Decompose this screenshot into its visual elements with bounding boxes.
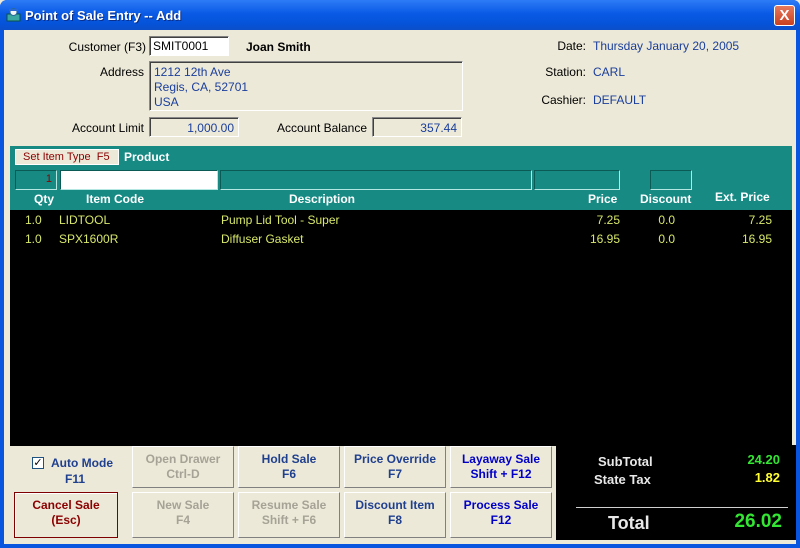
title-bar[interactable]: Point of Sale Entry -- Add X — [0, 0, 800, 30]
account-balance-box: 357.44 — [372, 117, 462, 137]
column-item-code: Item Code — [86, 192, 145, 206]
row-price: 7.25 — [596, 213, 620, 227]
address-line-3: USA — [154, 95, 179, 109]
client-area: Customer (F3) SMIT0001 Joan Smith Addres… — [4, 30, 796, 544]
qty-entry[interactable]: 1 — [15, 170, 57, 190]
row-qty: 1.0 — [25, 232, 42, 246]
app-icon — [6, 8, 21, 22]
layaway-sale-label: Layaway Sale — [461, 452, 541, 466]
set-item-type-button[interactable]: Set Item Type F5 — [15, 149, 119, 165]
close-button[interactable]: X — [774, 5, 795, 26]
discount-item-button[interactable]: Discount Item F8 — [344, 492, 446, 538]
pos-window: Point of Sale Entry -- Add X Customer (F… — [0, 0, 800, 548]
table-row[interactable]: 1.0 LIDTOOL Pump Lid Tool - Super 7.25 0… — [10, 213, 792, 231]
station-value: CARL — [593, 65, 626, 79]
item-type-label: Product — [124, 150, 170, 164]
price-override-button[interactable]: Price Override F7 — [344, 446, 446, 488]
row-description: Pump Lid Tool - Super — [221, 213, 340, 227]
description-entry[interactable] — [220, 170, 532, 190]
auto-mode-label: Auto Mode — [51, 456, 113, 470]
station-label: Station: — [545, 65, 586, 79]
set-item-type-key: F5 — [96, 151, 110, 163]
totals-panel: SubTotal 24.20 State Tax 1.82 Total 26.0… — [556, 445, 796, 540]
date-label: Date: — [557, 39, 586, 53]
customer-code-field[interactable]: SMIT0001 — [149, 36, 229, 56]
row-qty: 1.0 — [25, 213, 42, 227]
column-qty: Qty — [34, 192, 55, 206]
subtotal-label: SubTotal — [598, 454, 653, 469]
account-balance-value: 357.44 — [420, 121, 457, 135]
account-limit-value: 1,000.00 — [187, 121, 234, 135]
row-price: 16.95 — [589, 232, 620, 246]
resume-sale-button[interactable]: Resume Sale Shift + F6 — [238, 492, 340, 538]
hold-sale-button[interactable]: Hold Sale F6 — [238, 446, 340, 488]
cashier-label: Cashier: — [541, 93, 586, 107]
open-drawer-button[interactable]: Open Drawer Ctrl-D — [132, 446, 234, 488]
process-sale-key: F12 — [490, 513, 512, 527]
discount-item-key: F8 — [387, 513, 402, 527]
auto-mode-checkbox[interactable]: ✓ — [32, 457, 44, 469]
auto-mode-key: F11 — [65, 472, 86, 486]
row-discount: 0.0 — [658, 213, 675, 227]
resume-sale-label: Resume Sale — [251, 498, 327, 512]
resume-sale-key: Shift + F6 — [261, 513, 317, 527]
column-ext-price: Ext. Price — [715, 190, 770, 204]
hold-sale-key: F6 — [281, 467, 296, 481]
grid-header: Set Item Type F5 Product 1 Qty Item Code… — [10, 146, 792, 210]
account-balance-label: Account Balance — [276, 121, 367, 135]
cashier-value: DEFAULT — [593, 93, 647, 107]
table-row[interactable]: 1.0 SPX1600R Diffuser Gasket 16.95 0.0 1… — [10, 232, 792, 250]
subtotal-value: 24.20 — [747, 452, 780, 467]
item-code-entry[interactable] — [60, 170, 218, 190]
row-code: LIDTOOL — [59, 213, 111, 227]
state-tax-label: State Tax — [594, 472, 651, 487]
set-item-type-label: Set Item Type — [23, 151, 91, 163]
row-description: Diffuser Gasket — [221, 232, 304, 246]
new-sale-key: F4 — [175, 513, 190, 527]
auto-mode-toggle[interactable]: ✓ Auto Mode F11 — [32, 454, 132, 492]
item-grid[interactable]: Set Item Type F5 Product 1 Qty Item Code… — [10, 146, 792, 446]
price-override-key: F7 — [387, 467, 402, 481]
cancel-sale-label: Cancel Sale — [32, 498, 100, 512]
account-limit-label: Account Limit — [71, 121, 144, 135]
column-discount: Discount — [640, 192, 692, 206]
cancel-sale-key: (Esc) — [51, 513, 81, 527]
customer-name: Joan Smith — [246, 40, 311, 54]
layaway-sale-key: Shift + F12 — [470, 467, 532, 481]
date-value: Thursday January 20, 2005 — [593, 39, 740, 53]
open-drawer-key: Ctrl-D — [166, 467, 200, 481]
row-code: SPX1600R — [59, 232, 119, 246]
row-ext-price: 7.25 — [748, 213, 772, 227]
layaway-sale-button[interactable]: Layaway Sale Shift + F12 — [450, 446, 552, 488]
account-limit-box: 1,000.00 — [149, 117, 239, 137]
address-line-1: 1212 12th Ave — [154, 65, 231, 79]
customer-label: Customer (F3) — [68, 40, 146, 54]
row-ext-price: 16.95 — [741, 232, 772, 246]
open-drawer-label: Open Drawer — [145, 452, 221, 466]
discount-item-label: Discount Item — [355, 498, 435, 512]
state-tax-value: 1.82 — [754, 470, 780, 485]
column-price: Price — [588, 192, 618, 206]
new-sale-label: New Sale — [156, 498, 210, 512]
address-box: 1212 12th Ave Regis, CA, 52701 USA — [149, 61, 463, 111]
cancel-sale-button[interactable]: Cancel Sale (Esc) — [14, 492, 118, 538]
total-label: Total — [608, 513, 650, 533]
price-entry[interactable] — [534, 170, 620, 190]
process-sale-label: Process Sale — [463, 498, 539, 512]
total-value: 26.02 — [734, 511, 782, 532]
totals-divider — [576, 507, 788, 508]
process-sale-button[interactable]: Process Sale F12 — [450, 492, 552, 538]
column-description: Description — [289, 192, 356, 206]
window-title: Point of Sale Entry -- Add — [25, 8, 182, 23]
row-discount: 0.0 — [658, 232, 675, 246]
discount-entry[interactable] — [650, 170, 692, 190]
price-override-label: Price Override — [353, 452, 437, 466]
hold-sale-label: Hold Sale — [261, 452, 317, 466]
new-sale-button[interactable]: New Sale F4 — [132, 492, 234, 538]
address-line-2: Regis, CA, 52701 — [154, 80, 249, 94]
address-label: Address — [99, 65, 144, 79]
